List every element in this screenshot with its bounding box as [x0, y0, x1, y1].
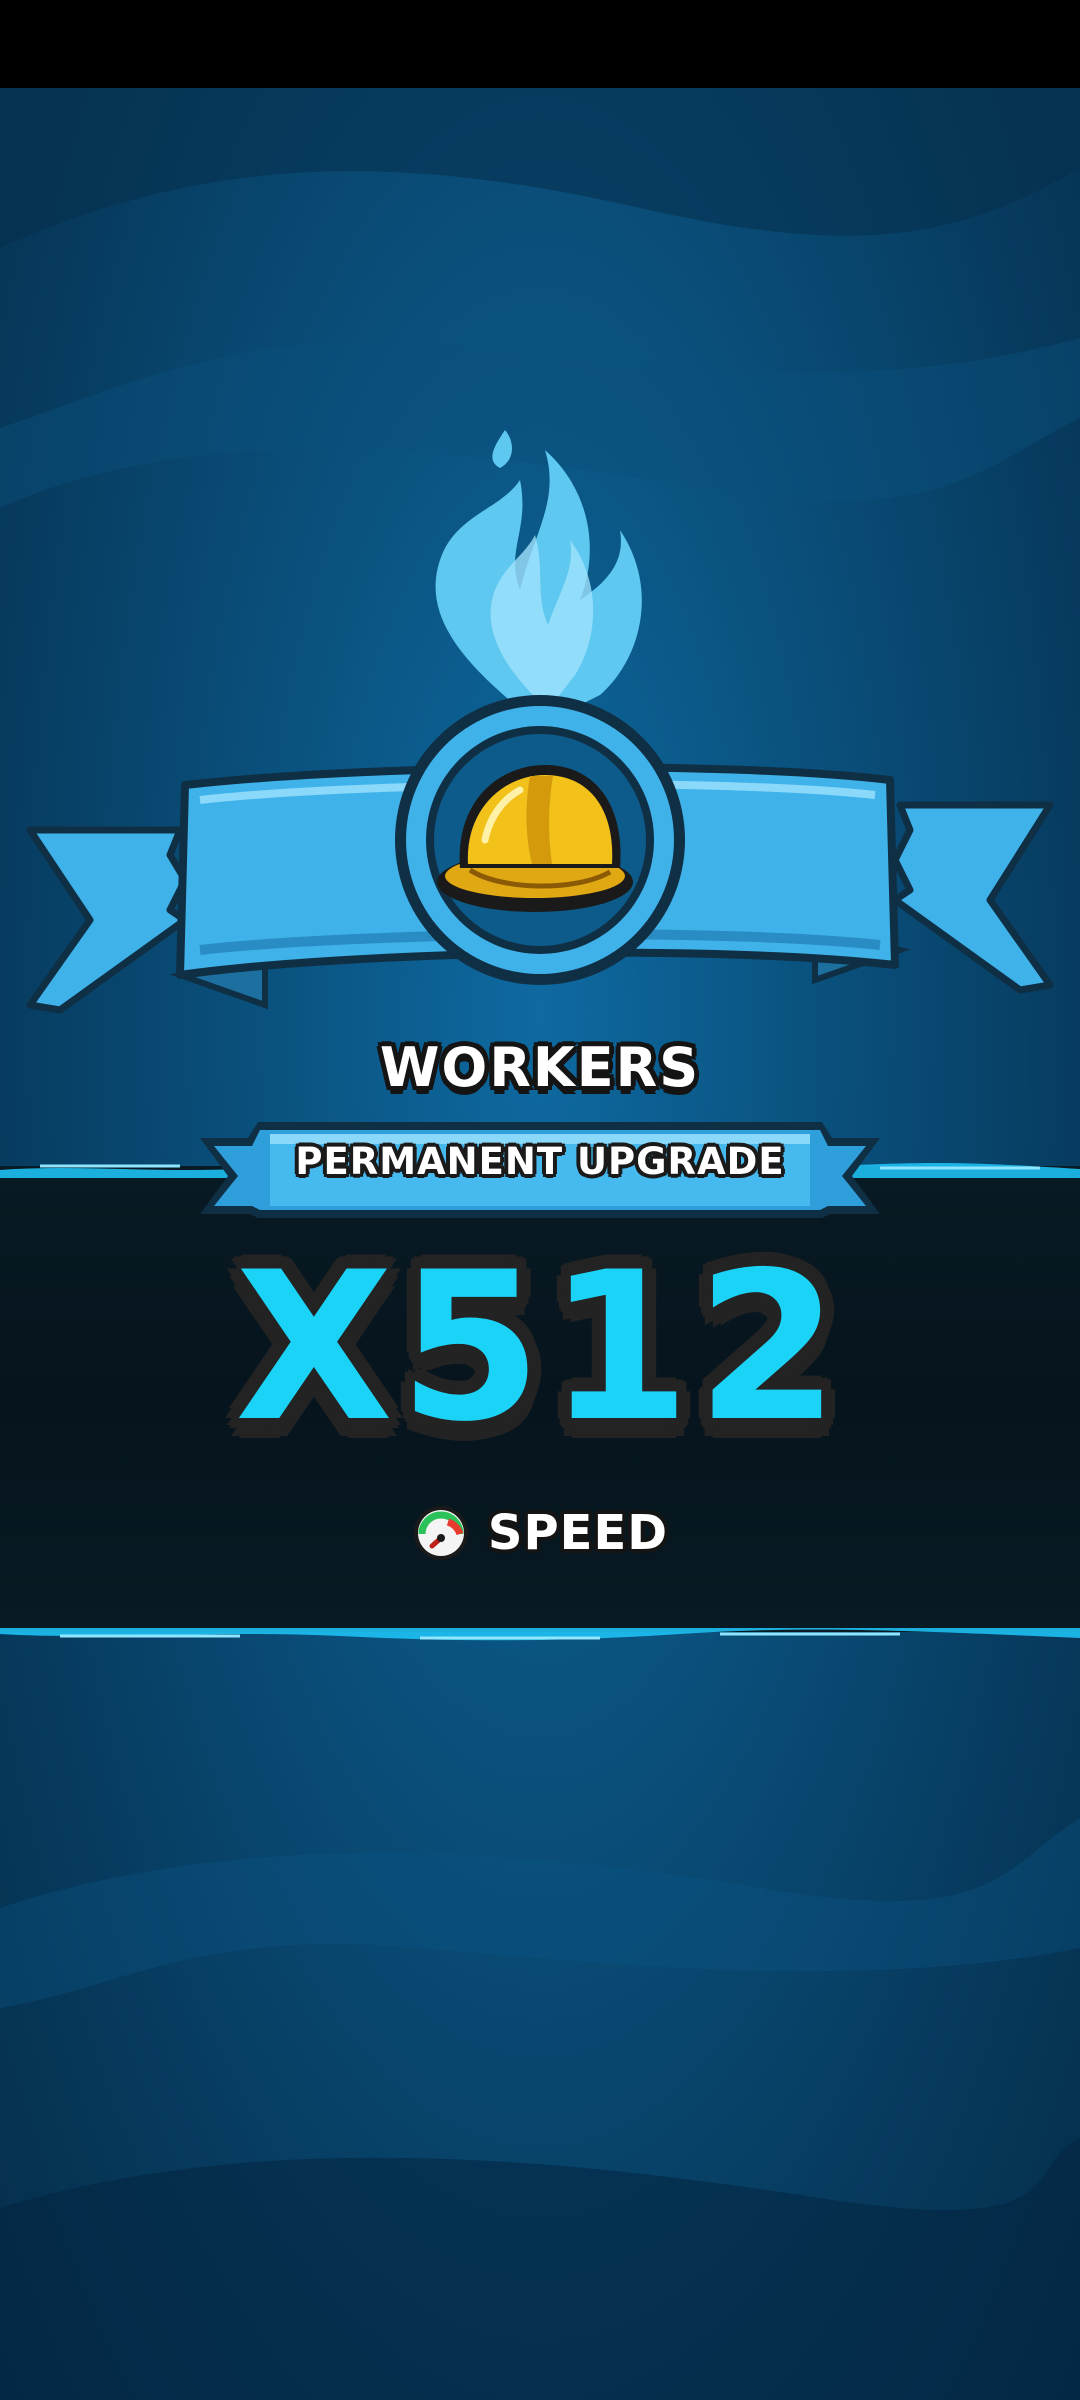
item-title: WORKERS — [379, 1036, 701, 1099]
water-edge-bottom — [0, 1628, 1080, 1641]
speedometer-icon — [413, 1506, 468, 1560]
reward-emblem — [26, 430, 1054, 1014]
status-bar — [0, 0, 1080, 88]
permanent-upgrade-label: PERMANENT UPGRADE — [295, 1140, 785, 1183]
stat-row: SPEED — [0, 1498, 1080, 1568]
flame-icon — [435, 430, 642, 725]
reward-screen[interactable]: WORKERS PERMANENT UPGRADE X512 SPEED — [0, 0, 1080, 2400]
upgrade-multiplier: X512 — [235, 1229, 845, 1467]
stat-label: SPEED — [487, 1505, 669, 1561]
